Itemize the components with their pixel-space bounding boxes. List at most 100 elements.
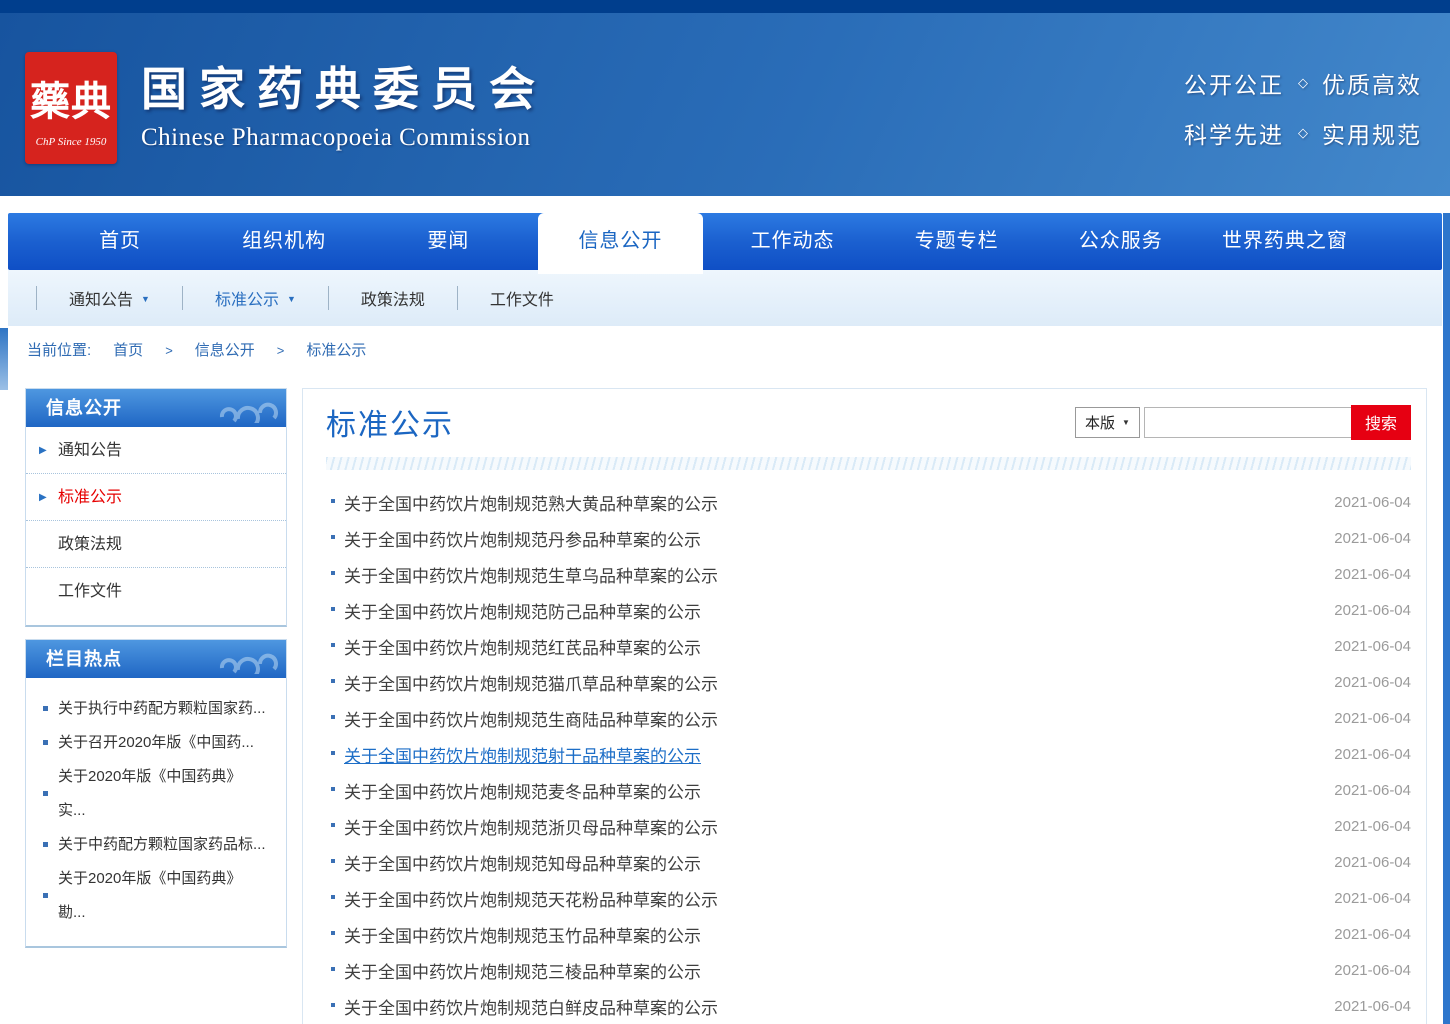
announcement-link[interactable]: 关于全国中药饮片炮制规范知母品种草案的公示 [344,850,1334,875]
subnav-item-label: 通知公告 [69,286,133,310]
search-scope-value: 本版 [1085,412,1115,433]
sidebar-section-title-text: 信息公开 [46,398,122,418]
announcement-link[interactable]: 关于全国中药饮片炮制规范熟大黄品种草案的公示 [344,490,1334,515]
content-area: 信息公开 ▶ 通知公告 ▶ 标准公示 [0,372,1450,1024]
announcement-date: 2021-06-04 [1334,854,1411,871]
nav-item[interactable]: 首页 [38,213,202,270]
breadcrumb-link[interactable]: 标准公示 [255,339,367,360]
hot-list-item[interactable]: 关于2020年版《中国药典》 勘... [26,862,286,930]
main-nav: 首页 组织机构 要闻 信息公开 工作动态 专题专栏 公众服务 世界药典之窗 [8,213,1442,270]
sidebar-section-title: 信息公开 [26,389,286,427]
bullet-square-icon [331,895,335,899]
announcement-row: 关于全国中药饮片炮制规范生商陆品种草案的公示 2021-06-04 [326,700,1411,736]
announcement-link[interactable]: 关于全国中药饮片炮制规范生商陆品种草案的公示 [344,706,1334,731]
subnav-item[interactable]: 通知公告 ▼ [36,286,182,310]
cloud-icon [216,644,282,674]
page-title: 标准公示 [326,400,454,444]
nav-item[interactable]: 组织机构 [202,213,366,270]
bullet-square-icon [331,643,335,647]
slogan-line-1: 公开公正 ◇ 优质高效 [1184,66,1422,100]
breadcrumb-link[interactable]: 信息公开 [143,339,255,360]
bullet-square-icon [43,893,48,898]
announcement-date: 2021-06-04 [1334,998,1411,1015]
nav-item[interactable]: 工作动态 [711,213,875,270]
subnav-item[interactable]: 工作文件 [457,286,586,310]
logo-seal-text: 藥典 [25,56,117,140]
announcement-row: 关于全国中药饮片炮制规范玉竹品种草案的公示 2021-06-04 [326,916,1411,952]
announcement-link[interactable]: 关于全国中药饮片炮制规范天花粉品种草案的公示 [344,886,1334,911]
nav-item[interactable]: 要闻 [366,213,530,270]
subnav-item[interactable]: 标准公示 ▼ [182,286,328,310]
announcement-link[interactable]: 关于全国中药饮片炮制规范浙贝母品种草案的公示 [344,814,1334,839]
search-input[interactable] [1144,407,1351,438]
bullet-square-icon [43,740,48,745]
announcement-link[interactable]: 关于全国中药饮片炮制规范射干品种草案的公示 [344,742,1334,767]
top-bar [0,0,1450,13]
breadcrumb-link[interactable]: 首页 [113,339,143,360]
nav-item[interactable]: 公众服务 [1039,213,1203,270]
hot-list-item[interactable]: 关于中药配方颗粒国家药品标... [26,828,286,862]
caret-down-icon: ▼ [141,295,150,304]
announcement-link[interactable]: 关于全国中药饮片炮制规范麦冬品种草案的公示 [344,778,1334,803]
announcement-link[interactable]: 关于全国中药饮片炮制规范玉竹品种草案的公示 [344,922,1334,947]
site-subtitle: Chinese Pharmacopoeia Commission [141,124,547,152]
breadcrumb: 当前位置: 首页 信息公开 标准公示 [0,326,1450,372]
announcement-row: 关于全国中药饮片炮制规范三棱品种草案的公示 2021-06-04 [326,952,1411,988]
announcement-row: 关于全国中药饮片炮制规范射干品种草案的公示 2021-06-04 [326,736,1411,772]
hot-list-item[interactable]: 关于执行中药配方颗粒国家药... [26,692,286,726]
slogan-text: 公开公正 [1184,66,1284,100]
bullet-square-icon [331,535,335,539]
slogan-text: 优质高效 [1322,66,1422,100]
bullet-square-icon [331,967,335,971]
page: 藥典 ChP Since 1950 国家药典委员会 Chinese Pharma… [0,0,1450,1024]
announcement-link[interactable]: 关于全国中药饮片炮制规范白鲜皮品种草案的公示 [344,994,1334,1019]
search-bar: 本版 ▼ 搜索 [1075,405,1411,440]
announcement-link[interactable]: 关于全国中药饮片炮制规范猫爪草品种草案的公示 [344,670,1334,695]
site-logo[interactable]: 藥典 ChP Since 1950 [25,52,117,164]
cloud-icon [216,393,282,423]
announcement-row: 关于全国中药饮片炮制规范熟大黄品种草案的公示 2021-06-04 [326,484,1411,520]
sidebar-item-label: 工作文件 [58,583,122,600]
announcement-date: 2021-06-04 [1334,494,1411,511]
slogan-text: 科学先进 [1184,116,1284,150]
sidebar-item[interactable]: ▶ 标准公示 [26,474,286,521]
hot-list-item[interactable]: 关于召开2020年版《中国药... [26,726,286,760]
diamond-icon: ◇ [1298,125,1308,141]
announcement-list: 关于全国中药饮片炮制规范熟大黄品种草案的公示 2021-06-04 关于全国中药… [326,484,1411,1024]
sidebar-item[interactable]: 工作文件 [26,568,286,615]
hot-list-item[interactable]: 关于2020年版《中国药典》 实... [26,760,286,828]
announcement-date: 2021-06-04 [1334,674,1411,691]
scrollbar[interactable] [1443,213,1450,1024]
bullet-square-icon [43,842,48,847]
announcement-row: 关于全国中药饮片炮制规范白鲜皮品种草案的公示 2021-06-04 [326,988,1411,1024]
hot-item-text: 关于召开2020年版《中国药... [58,726,254,760]
arrow-right-icon: ▶ [39,474,47,521]
header-slogans: 公开公正 ◇ 优质高效 科学先进 ◇ 实用规范 [1184,66,1422,166]
announcement-row: 关于全国中药饮片炮制规范知母品种草案的公示 2021-06-04 [326,844,1411,880]
sidebar-section-hotspots: 栏目热点 关于执行中药配方颗粒国家药... [25,639,287,948]
slogan-text: 实用规范 [1322,116,1422,150]
sidebar-section-title: 栏目热点 [26,640,286,678]
announcement-link[interactable]: 关于全国中药饮片炮制规范丹参品种草案的公示 [344,526,1334,551]
sidebar-item[interactable]: ▶ 通知公告 [26,427,286,474]
announcement-date: 2021-06-04 [1334,530,1411,547]
sidebar: 信息公开 ▶ 通知公告 ▶ 标准公示 [25,388,287,960]
announcement-row: 关于全国中药饮片炮制规范猫爪草品种草案的公示 2021-06-04 [326,664,1411,700]
announcement-link[interactable]: 关于全国中药饮片炮制规范红芪品种草案的公示 [344,634,1334,659]
nav-item[interactable]: 世界药典之窗 [1203,213,1367,270]
announcement-date: 2021-06-04 [1334,782,1411,799]
nav-item[interactable]: 专题专栏 [875,213,1039,270]
striped-divider [326,457,1411,470]
search-button[interactable]: 搜索 [1351,405,1411,440]
sidebar-item[interactable]: 政策法规 [26,521,286,568]
sidebar-item-label: 通知公告 [58,442,122,459]
subnav-item[interactable]: 政策法规 [328,286,457,310]
search-scope-select[interactable]: 本版 ▼ [1075,407,1140,438]
announcement-row: 关于全国中药饮片炮制规范丹参品种草案的公示 2021-06-04 [326,520,1411,556]
announcement-link[interactable]: 关于全国中药饮片炮制规范防己品种草案的公示 [344,598,1334,623]
nav-item[interactable]: 信息公开 [538,213,702,274]
announcement-link[interactable]: 关于全国中药饮片炮制规范三棱品种草案的公示 [344,958,1334,983]
bullet-square-icon [331,715,335,719]
caret-down-icon: ▼ [1122,418,1130,427]
announcement-link[interactable]: 关于全国中药饮片炮制规范生草乌品种草案的公示 [344,562,1334,587]
